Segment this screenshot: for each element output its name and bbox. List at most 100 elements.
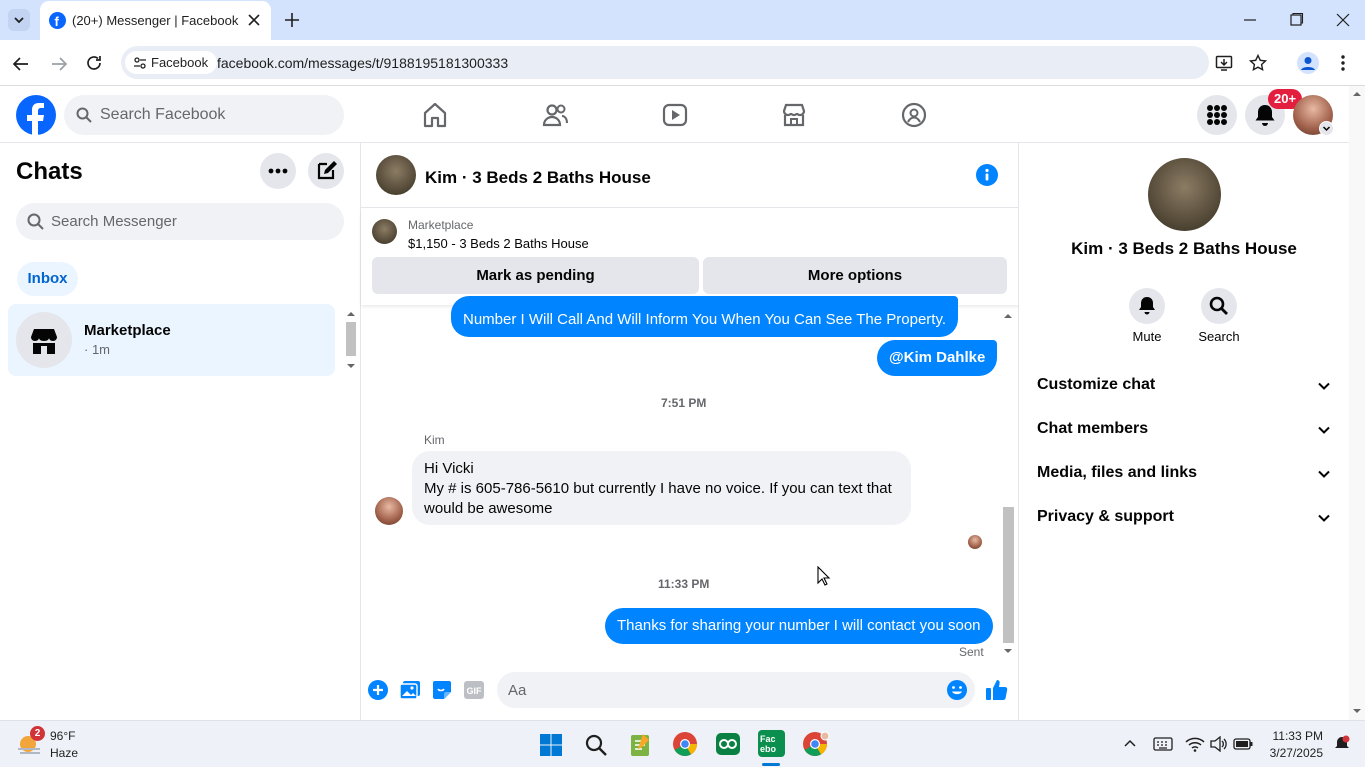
- weather-desc: Haze: [50, 746, 79, 760]
- facebook-search-input[interactable]: Search Facebook: [64, 95, 344, 135]
- clock-time[interactable]: 11:33 PM: [1255, 729, 1323, 743]
- tab-title: (20+) Messenger | Facebook: [72, 13, 239, 28]
- nav-marketplace-icon[interactable]: [780, 101, 808, 129]
- chevron-down-icon: [1318, 382, 1330, 390]
- search-icon: [27, 213, 44, 230]
- keyboard-icon[interactable]: [1153, 736, 1173, 752]
- account-chevron-icon[interactable]: [1319, 121, 1334, 136]
- info-panel-avatar[interactable]: [1148, 158, 1221, 231]
- minimize-icon[interactable]: [1242, 12, 1258, 28]
- media-files-links-section[interactable]: Media, files and links: [1037, 464, 1337, 482]
- outgoing-message-mention[interactable]: @Kim Dahlke: [877, 340, 998, 376]
- nav-home-icon[interactable]: [421, 101, 449, 129]
- weather-temp: 96°F: [50, 729, 76, 743]
- conversation-item-marketplace[interactable]: Marketplace · 1m: [8, 304, 335, 376]
- sidebar-scrollbar[interactable]: [344, 308, 358, 374]
- weather-badge: 2: [30, 726, 45, 741]
- show-hidden-icons-chevron[interactable]: [1123, 737, 1137, 751]
- conversation-info-icon[interactable]: [976, 164, 998, 186]
- omnibox[interactable]: Facebook facebook.com/messages/t/9188195…: [121, 46, 1267, 79]
- sticker-icon[interactable]: [431, 679, 453, 701]
- svg-text:f: f: [55, 14, 60, 29]
- emoji-icon[interactable]: [946, 679, 968, 701]
- search-label: Search: [1198, 329, 1240, 344]
- new-message-button[interactable]: [308, 153, 344, 189]
- new-tab-icon[interactable]: [283, 11, 301, 29]
- close-tab-icon[interactable]: [246, 12, 262, 28]
- notepad-app-icon[interactable]: [628, 732, 652, 758]
- facebook-search-placeholder: Search Facebook: [100, 106, 226, 123]
- like-thumb-icon[interactable]: [985, 678, 1009, 702]
- privacy-support-section[interactable]: Privacy & support: [1037, 508, 1337, 526]
- grid-icon: [1207, 105, 1227, 125]
- inbox-tab[interactable]: Inbox: [17, 262, 78, 296]
- listing-thumbnail[interactable]: [372, 219, 397, 244]
- chrome-profile-app-icon[interactable]: [802, 731, 830, 757]
- notification-center-icon[interactable]: [1333, 735, 1351, 753]
- battery-icon[interactable]: [1233, 737, 1253, 751]
- url-text: facebook.com/messages/t/9188195181300333: [217, 55, 509, 71]
- more-dots-icon: [268, 168, 288, 174]
- message-timestamp: 11:33 PM: [658, 577, 710, 591]
- maximize-icon[interactable]: [1288, 12, 1304, 28]
- svg-text:ebo: ebo: [760, 744, 777, 754]
- gif-icon[interactable]: GIF: [463, 680, 485, 700]
- browser-menu-icon[interactable]: [1335, 53, 1351, 73]
- forward-icon[interactable]: [50, 55, 68, 73]
- search-icon: [1209, 296, 1228, 315]
- menu-grid-button[interactable]: [1197, 95, 1237, 135]
- customize-chat-section[interactable]: Customize chat: [1037, 376, 1337, 394]
- back-icon[interactable]: [12, 55, 30, 73]
- sender-avatar[interactable]: [375, 497, 403, 525]
- browser-tab-bar: f (20+) Messenger | Facebook: [0, 0, 1365, 40]
- nav-friends-icon[interactable]: [541, 101, 569, 129]
- clock-date[interactable]: 3/27/2025: [1255, 746, 1323, 760]
- tab-list-button[interactable]: [8, 9, 30, 31]
- chat-title[interactable]: Kim · 3 Beds 2 Baths House: [425, 168, 651, 188]
- message-composer-input[interactable]: Aa: [497, 672, 975, 708]
- mute-label: Mute: [1132, 329, 1162, 344]
- browser-tab-messenger[interactable]: f (20+) Messenger | Facebook: [40, 1, 271, 40]
- outgoing-message[interactable]: Number I Will Call And Will Inform You W…: [451, 296, 959, 337]
- conversation-name: Marketplace: [84, 322, 171, 339]
- chat-options-button[interactable]: [260, 153, 296, 189]
- incoming-message[interactable]: Hi Vicki My # is 605-786-5610 but curren…: [412, 451, 911, 525]
- messenger-search-input[interactable]: Search Messenger: [16, 203, 344, 240]
- svg-text:Fac: Fac: [760, 734, 776, 744]
- chrome-app-icon[interactable]: [672, 731, 698, 757]
- page-scrollbar[interactable]: [1349, 86, 1365, 720]
- reload-icon[interactable]: [85, 54, 103, 72]
- chat-scrollbar[interactable]: [1001, 307, 1016, 659]
- media-app-icon[interactable]: [715, 731, 741, 757]
- search-in-conversation-button[interactable]: [1201, 288, 1237, 324]
- facebook-logo[interactable]: [16, 95, 56, 135]
- chat-members-section[interactable]: Chat members: [1037, 420, 1337, 438]
- nav-watch-icon[interactable]: [661, 101, 689, 129]
- wifi-icon[interactable]: [1185, 736, 1205, 752]
- windows-start-icon[interactable]: [539, 733, 563, 757]
- more-options-button[interactable]: More options: [703, 257, 1007, 294]
- close-window-icon[interactable]: [1335, 12, 1351, 28]
- facebook-pwa-app-icon[interactable]: Fac ebo: [758, 730, 785, 757]
- mark-as-pending-button[interactable]: Mark as pending: [372, 257, 699, 294]
- nav-groups-icon[interactable]: [900, 101, 928, 129]
- conversation-meta: · 1m: [84, 342, 110, 357]
- compose-icon: [317, 161, 337, 180]
- taskbar-search-icon[interactable]: [584, 733, 608, 757]
- bookmark-star-icon[interactable]: [1249, 54, 1267, 72]
- add-attachment-icon[interactable]: [367, 679, 389, 701]
- install-app-icon[interactable]: [1215, 54, 1233, 72]
- storefront-icon: [31, 329, 57, 354]
- profile-icon[interactable]: [1297, 52, 1319, 74]
- volume-icon[interactable]: [1209, 736, 1229, 752]
- outgoing-message[interactable]: Thanks for sharing your number I will co…: [605, 608, 993, 644]
- chats-title: Chats: [16, 158, 83, 185]
- sender-name: Kim: [424, 433, 445, 447]
- section-label: Media, files and links: [1037, 464, 1198, 481]
- site-info-chip[interactable]: Facebook: [125, 51, 218, 74]
- listing-title[interactable]: $1,150 - 3 Beds 2 Baths House: [408, 236, 589, 251]
- section-label: Chat members: [1037, 420, 1149, 437]
- mute-button[interactable]: [1129, 288, 1165, 324]
- attach-photo-icon[interactable]: [399, 679, 421, 701]
- chat-avatar[interactable]: [376, 155, 416, 195]
